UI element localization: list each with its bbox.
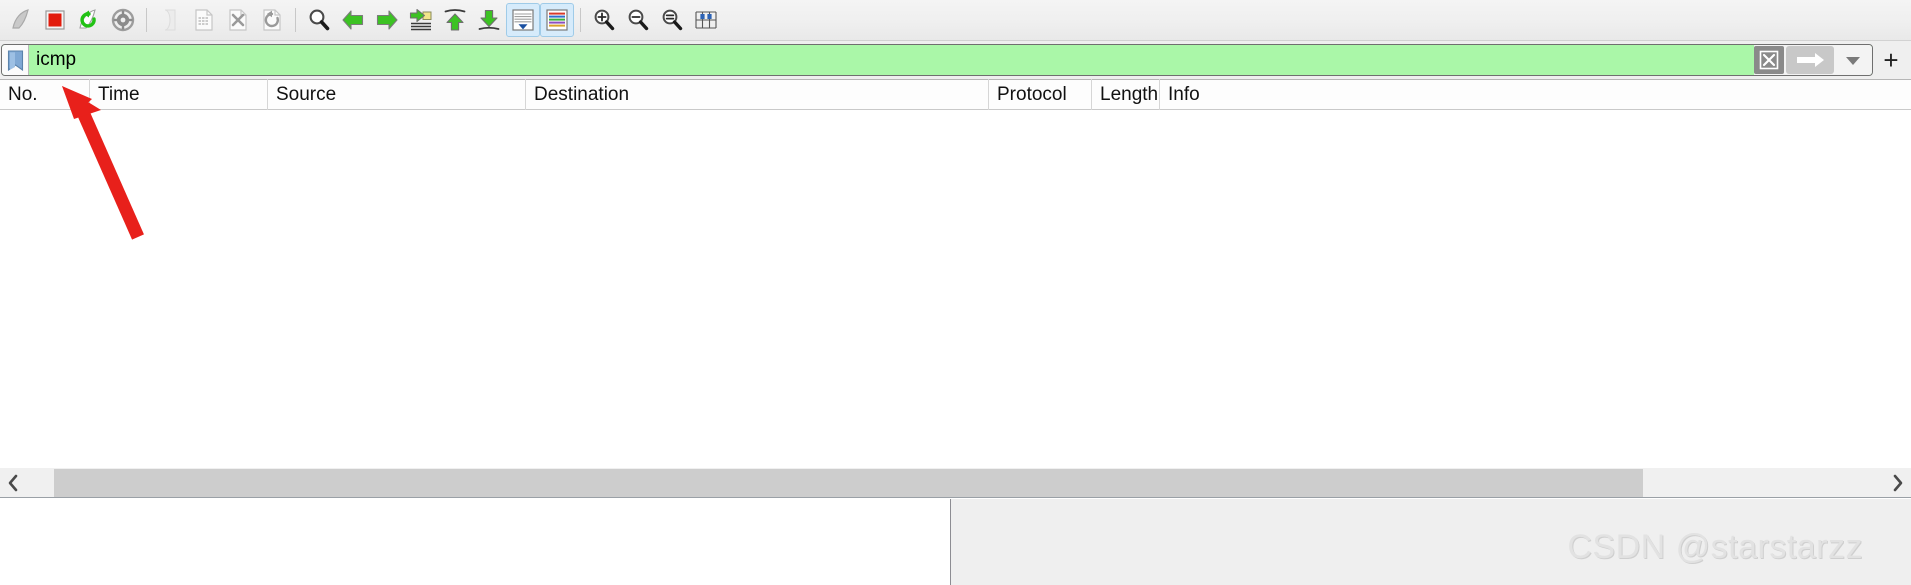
scrollbar-track[interactable] (26, 468, 1885, 497)
chevron-right-icon (1893, 474, 1903, 491)
shark-fin-icon (12, 9, 29, 29)
column-header-length[interactable]: Length (1092, 79, 1160, 110)
filter-input-text[interactable]: icmp (29, 46, 1754, 74)
zoom-in-icon (594, 9, 615, 31)
open-file-button[interactable] (153, 3, 187, 37)
packet-bytes-pane[interactable]: CSDN @starstarzz (951, 499, 1911, 585)
go-to-last-button[interactable] (472, 3, 506, 37)
main-toolbar (0, 0, 1911, 41)
zoom-out-button[interactable] (621, 3, 655, 37)
capture-options-button[interactable] (106, 3, 140, 37)
wireshark-window: icmp + No. Time Source Destination Proto… (0, 0, 1911, 585)
scroll-left-button[interactable] (0, 468, 26, 497)
restart-capture-icon (79, 9, 96, 29)
auto-scroll-button[interactable] (506, 3, 540, 37)
start-capture-button[interactable] (4, 3, 38, 37)
auto-scroll-icon (512, 9, 534, 31)
column-header-time[interactable]: Time (90, 79, 268, 110)
stop-square-icon (45, 10, 65, 30)
close-file-icon (229, 9, 247, 31)
resize-columns-button[interactable] (689, 3, 723, 37)
filter-clear-button[interactable] (1754, 46, 1784, 74)
save-file-icon (195, 9, 213, 31)
stop-capture-button[interactable] (38, 3, 72, 37)
resize-columns-icon (695, 11, 717, 29)
filter-apply-button[interactable] (1786, 46, 1834, 74)
display-filter-bar: icmp + (0, 41, 1911, 79)
column-header-info[interactable]: Info (1160, 79, 1911, 110)
column-header-destination[interactable]: Destination (526, 79, 989, 110)
chevron-down-icon (1846, 57, 1860, 65)
filter-actions (1754, 45, 1872, 75)
go-to-first-button[interactable] (438, 3, 472, 37)
toolbar-separator (295, 8, 296, 32)
arrow-down-last-icon (478, 9, 500, 30)
packet-list-hscrollbar[interactable] (0, 468, 1911, 498)
colorize-button[interactable] (540, 3, 574, 37)
zoom-reset-button[interactable] (655, 3, 689, 37)
restart-capture-button[interactable] (72, 3, 106, 37)
chevron-left-icon (8, 474, 18, 491)
filter-input-field[interactable]: icmp (1, 44, 1873, 76)
arrow-right-icon (376, 10, 398, 30)
close-file-button[interactable] (221, 3, 255, 37)
scrollbar-thumb[interactable] (53, 468, 1644, 497)
zoom-reset-icon (662, 9, 683, 31)
find-packet-button[interactable] (302, 3, 336, 37)
scroll-right-button[interactable] (1885, 468, 1911, 497)
csdn-watermark: CSDN @starstarzz (1567, 528, 1863, 566)
goto-packet-icon (409, 8, 432, 31)
folder-icon (164, 9, 176, 31)
zoom-out-icon (628, 9, 649, 31)
bookmark-icon (7, 49, 23, 71)
close-icon (1759, 50, 1779, 70)
column-header-source[interactable]: Source (268, 79, 526, 110)
bottom-panes: CSDN @starstarzz (0, 499, 1911, 585)
arrow-right-icon (1797, 53, 1824, 67)
colorize-icon (546, 9, 568, 31)
packet-details-pane[interactable] (0, 499, 951, 585)
gear-icon (111, 8, 135, 32)
arrow-up-first-icon (444, 9, 466, 31)
column-header-no[interactable]: No. (0, 79, 90, 110)
toolbar-separator (146, 8, 147, 32)
filter-bookmark-button[interactable] (2, 45, 29, 75)
go-to-packet-button[interactable] (404, 3, 438, 37)
column-header-protocol[interactable]: Protocol (989, 79, 1092, 110)
reload-file-button[interactable] (255, 3, 289, 37)
add-filter-button[interactable]: + (1873, 44, 1909, 76)
magnifier-icon (309, 9, 330, 31)
go-forward-button[interactable] (370, 3, 404, 37)
go-back-button[interactable] (336, 3, 370, 37)
filter-history-dropdown[interactable] (1836, 46, 1870, 74)
arrow-left-icon (342, 10, 364, 30)
reload-file-icon (263, 9, 281, 31)
zoom-in-button[interactable] (587, 3, 621, 37)
save-file-button[interactable] (187, 3, 221, 37)
packet-list[interactable] (0, 110, 1911, 468)
toolbar-separator (580, 8, 581, 32)
packet-list-header: No. Time Source Destination Protocol Len… (0, 79, 1911, 110)
